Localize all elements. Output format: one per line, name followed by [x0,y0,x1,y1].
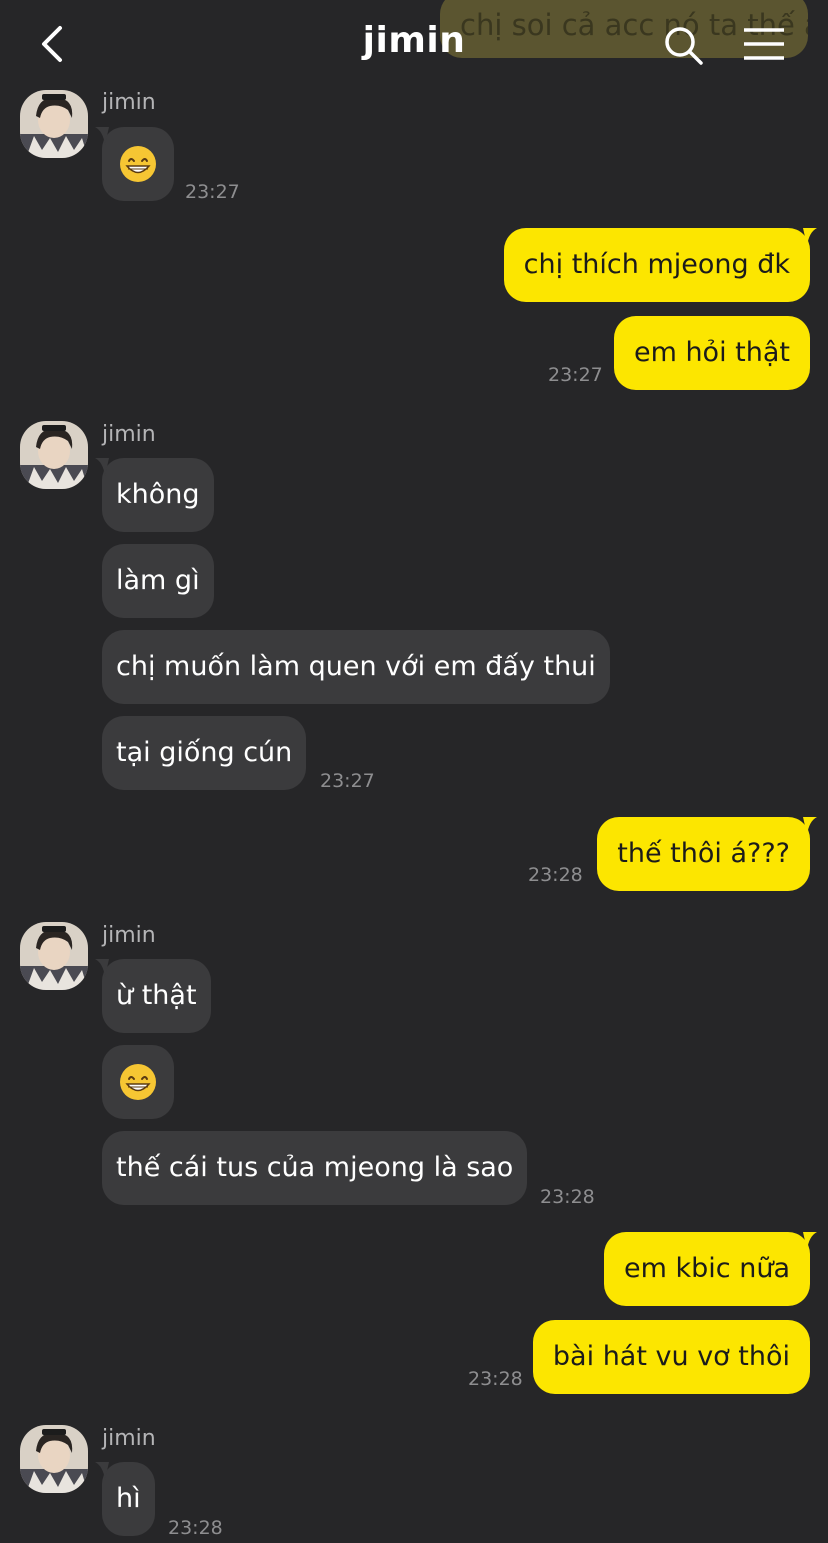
message-text: thế thôi á??? [617,838,790,869]
message-bubble-outgoing[interactable]: em kbic nữa [604,1232,817,1306]
avatar[interactable] [20,922,88,990]
avatar[interactable] [20,1425,88,1493]
message-time: 23:27 [548,364,603,386]
message-bubble-incoming[interactable]: làm gì [102,544,214,618]
search-button[interactable] [662,24,704,66]
grinning-face-emoji [120,1064,156,1100]
sender-name: jimin [102,90,156,115]
message-bubble-incoming[interactable]: ừ thật [95,959,211,1033]
avatar-photo [20,421,88,489]
message-bubble-incoming[interactable]: chị muốn làm quen với em đấy thui [102,630,610,704]
message-bubble-incoming[interactable]: hì [95,1462,155,1536]
menu-button[interactable] [742,26,786,62]
message-text: làm gì [116,565,200,596]
menu-icon [744,28,784,60]
message-time: 23:27 [320,770,375,792]
message-text: chị thích mjeong đk [523,249,790,280]
message-time: 23:28 [468,1368,523,1390]
avatar-photo [20,922,88,990]
message-bubble-incoming[interactable] [95,127,174,201]
message-text: hì [116,1483,141,1514]
message-text: chị muốn làm quen với em đấy thui [116,651,596,682]
avatar-photo [20,90,88,158]
message-time: 23:28 [528,864,583,886]
sender-name: jimin [102,422,156,447]
message-time: 23:27 [185,181,240,203]
message-bubble-outgoing[interactable]: thế thôi á??? [597,817,817,891]
search-icon [665,27,703,65]
message-bubble-incoming[interactable]: tại giống cún [102,716,307,790]
message-bubble-outgoing[interactable]: bài hát vu vơ thôi [532,1320,810,1394]
message-text: không [116,479,200,510]
message-text: em hỏi thật [633,337,790,368]
message-bubble-incoming[interactable] [102,1045,174,1119]
message-time: 23:28 [168,1517,223,1539]
grinning-face-emoji [120,146,156,182]
chat-header: chị soi cả acc nó ta thế à jimin [0,0,828,88]
message-bubble-incoming[interactable]: không [95,458,214,532]
message-bubble-incoming[interactable]: thế cái tus của mjeong là sao [102,1131,528,1205]
message-text: tại giống cún [116,737,293,768]
avatar[interactable] [20,421,88,489]
message-bubble-outgoing[interactable]: chị thích mjeong đk [503,228,817,302]
message-text: thế cái tus của mjeong là sao [116,1152,514,1183]
sender-name: jimin [102,1426,156,1451]
sender-name: jimin [102,923,156,948]
message-time: 23:28 [540,1186,595,1208]
message-bubble-outgoing[interactable]: em hỏi thật [613,316,810,390]
avatar-photo [20,1425,88,1493]
avatar[interactable] [20,90,88,158]
message-text: em kbic nữa [624,1253,790,1284]
message-text: ừ thật [116,980,197,1011]
message-text: bài hát vu vơ thôi [552,1341,790,1372]
